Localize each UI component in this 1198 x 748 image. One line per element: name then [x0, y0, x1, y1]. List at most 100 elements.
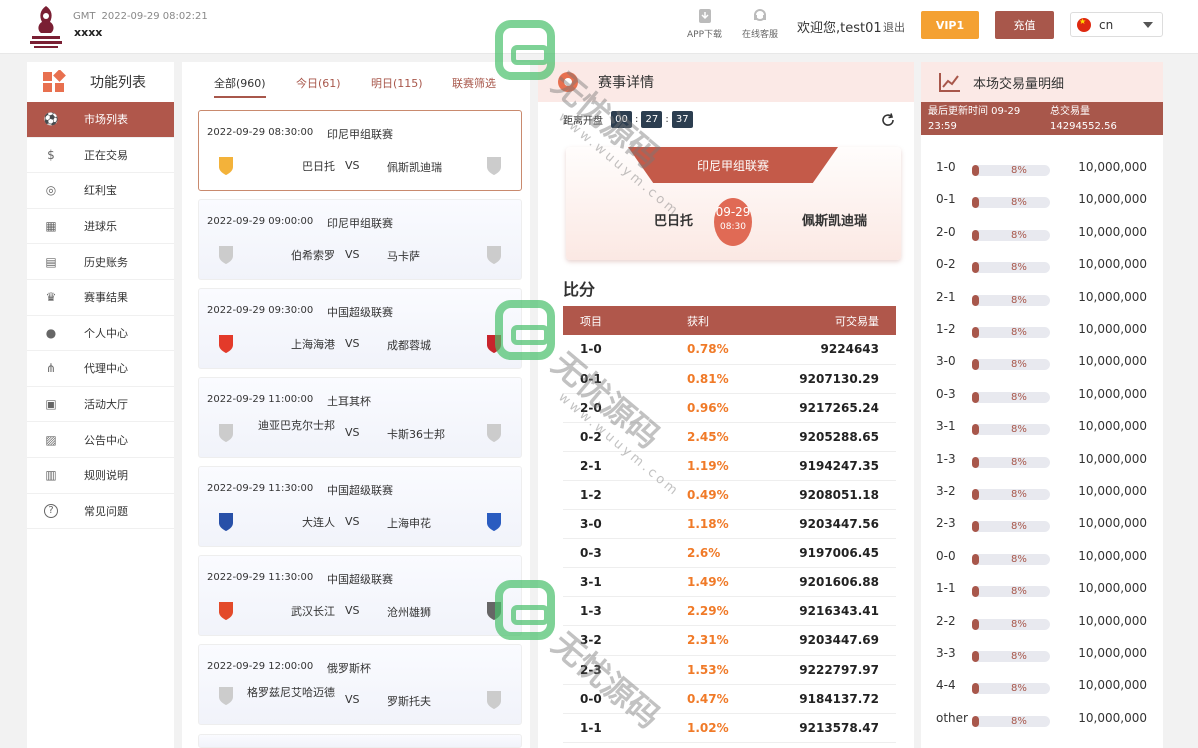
match-card[interactable]: 2022-09-29 11:30:00 中国超级联赛 武汉长江 VS 沧州雄狮 — [198, 555, 522, 636]
volume-score: 0-3 — [936, 386, 956, 401]
odds-score: 3-2 — [563, 625, 663, 656]
sidebar-item[interactable]: ⋔ 代理中心 — [27, 351, 174, 387]
volume-row: other 8% 10,000,000 — [921, 711, 1163, 731]
volume-amount: 10,000,000 — [1078, 484, 1147, 498]
volume-bar-fill — [972, 424, 979, 436]
volume-amount: 10,000,000 — [1078, 322, 1147, 336]
odds-volume: 9216343.41 — [773, 596, 896, 627]
volume-bar-fill — [972, 456, 979, 468]
volume-row: 2-3 8% 10,000,000 — [921, 516, 1163, 536]
odds-volume: 9203447.56 — [773, 509, 896, 540]
odds-row[interactable]: 1-0 0.78% 9224643 — [563, 335, 896, 365]
odds-score: 1-3 — [563, 596, 663, 627]
odds-row[interactable]: 0-0 0.47% 9184137.72 — [563, 684, 896, 714]
volume-score: 2-0 — [936, 224, 956, 239]
home-team-badge-icon — [219, 157, 233, 175]
odds-row[interactable]: 3-0 1.18% 9203447.56 — [563, 509, 896, 540]
match-league: 中国超级联赛 — [327, 306, 393, 319]
away-team-badge-icon — [487, 691, 501, 709]
odds-row[interactable]: 0-3 2.6% 9197006.45 — [563, 538, 896, 569]
match-card[interactable]: 2022-09-29 11:30:00 中国超级联赛 大连人 VS 上海申花 — [198, 466, 522, 547]
home-team: 巴日托 — [302, 160, 335, 173]
match-card[interactable] — [198, 734, 522, 748]
match-league: 印尼甲组联赛 — [327, 217, 393, 230]
sidebar-item[interactable]: ♛ 赛事结果 — [27, 280, 174, 316]
match-time: 2022-09-29 11:30:00 — [207, 483, 314, 494]
volume-percent: 8% — [1011, 651, 1027, 662]
hero-league: 印尼甲组联赛 — [696, 159, 769, 173]
sidebar-item[interactable]: ▦ 进球乐 — [27, 209, 174, 245]
tab-tomorrow[interactable]: 明日(115) — [371, 75, 423, 91]
volume-row: 3-3 8% 10,000,000 — [921, 646, 1163, 666]
vs-label: VS — [345, 693, 360, 706]
image-icon: ▨ — [45, 432, 57, 447]
sidebar-item[interactable]: ◎ 红利宝 — [27, 173, 174, 209]
match-card[interactable]: 2022-09-29 09:30:00 中国超级联赛 上海海港 VS 成都蓉城 — [198, 288, 522, 369]
sidebar-item[interactable]: ▥ 规则说明 — [27, 458, 174, 494]
odds-row[interactable]: 1-3 2.29% 9216343.41 — [563, 596, 896, 627]
odds-row[interactable]: 3-1 1.49% 9201606.88 — [563, 567, 896, 598]
online-service-button[interactable]: 在线客服 — [742, 8, 778, 40]
vs-label: VS — [345, 604, 360, 617]
sidebar-item[interactable]: ▣ 活动大厅 — [27, 387, 174, 423]
odds-volume: 9207130.29 — [773, 364, 896, 394]
home-team-badge-icon — [219, 602, 233, 620]
away-team-badge-icon — [487, 335, 501, 353]
sidebar-item[interactable]: ▨ 公告中心 — [27, 422, 174, 458]
refresh-icon[interactable] — [880, 112, 896, 128]
odds-row[interactable]: 0-1 0.81% 9207130.29 — [563, 364, 896, 394]
match-card[interactable]: 2022-09-29 09:00:00 印尼甲组联赛 伯希索罗 VS 马卡萨 — [198, 199, 522, 280]
tab-all[interactable]: 全部(960) — [214, 75, 266, 98]
sidebar-item-label: 常见问题 — [84, 504, 128, 518]
odds-row[interactable]: 0-2 2.45% 9205288.65 — [563, 422, 896, 452]
tab-today[interactable]: 今日(61) — [296, 75, 341, 91]
volume-title: 本场交易量明细 — [973, 76, 1065, 92]
odds-profit: 2.29% — [663, 596, 773, 627]
odds-profit: 0.78% — [663, 335, 773, 365]
world-cup-logo — [30, 6, 62, 48]
countdown-minutes: 27 — [641, 111, 663, 128]
volume-row: 0-3 8% 10,000,000 — [921, 387, 1163, 407]
recharge-button[interactable]: 充值 — [995, 11, 1054, 39]
volume-bar-fill — [972, 715, 979, 727]
match-card[interactable]: 2022-09-29 08:30:00 印尼甲组联赛 巴日托 VS 佩斯凯迪瑞 — [198, 110, 522, 191]
volume-bar-fill — [972, 229, 979, 241]
gmt-datetime: 2022-09-29 08:02:21 — [101, 11, 208, 22]
volume-bar-fill — [972, 359, 979, 371]
vs-label: VS — [345, 515, 360, 528]
volume-score: 1-2 — [936, 322, 956, 336]
volume-score: 1-1 — [936, 581, 956, 596]
away-team: 佩斯凯迪瑞 — [387, 161, 442, 174]
app-download-button[interactable]: APP下载 — [687, 8, 722, 40]
volume-percent: 8% — [1011, 586, 1027, 598]
volume-bar-fill — [972, 651, 979, 662]
match-time: 2022-09-29 08:30:00 — [207, 127, 314, 138]
logout-link[interactable]: 退出 — [883, 19, 905, 35]
sidebar-item-label: 红利宝 — [84, 184, 117, 198]
odds-row[interactable]: 2-1 1.19% 9194247.35 — [563, 451, 896, 481]
volume-score: 2-2 — [936, 613, 956, 628]
app-download-label: APP下载 — [687, 30, 723, 40]
language-select[interactable]: cn — [1070, 12, 1163, 37]
match-card[interactable]: 2022-09-29 12:00:00 俄罗斯杯 格罗兹尼艾哈迈德 VS 罗斯托夫 — [198, 644, 522, 725]
sidebar-item[interactable]: $ 正在交易 — [27, 138, 174, 174]
volume-bar-fill — [972, 553, 979, 565]
vip-button[interactable]: VIP1 — [921, 11, 979, 39]
sidebar-item[interactable]: ? 常见问题 — [27, 494, 174, 530]
odds-row[interactable]: 1-2 0.49% 9208051.18 — [563, 480, 896, 511]
countdown-seconds: 37 — [671, 111, 693, 128]
volume-bar-fill — [972, 165, 979, 176]
odds-row[interactable]: 2-3 1.53% 9222797.97 — [563, 655, 896, 685]
odds-table: 项目 获利 可交易量 1-0 0.78% 9224643 0-1 0.81% 920713… — [563, 306, 896, 743]
odds-row[interactable]: 1-1 1.02% 9213578.47 — [563, 713, 896, 743]
odds-row[interactable]: 2-0 0.96% 9217265.24 — [563, 393, 896, 423]
volume-percent: 8% — [1011, 456, 1027, 468]
tab-league-filter[interactable]: 联赛筛选 — [452, 75, 496, 91]
volume-stats: 最后更新时间 09-29 23:59 总交易量 14294552.56 — [921, 102, 1163, 135]
volume-panel: 本场交易量明细 最后更新时间 09-29 23:59 总交易量 14294552… — [921, 62, 1163, 748]
sidebar-item[interactable]: ● 个人中心 — [27, 316, 174, 352]
sidebar-item[interactable]: ▤ 历史账务 — [27, 244, 174, 280]
sidebar-item[interactable]: ⚽ 市场列表 — [27, 102, 174, 138]
odds-row[interactable]: 3-2 2.31% 9203447.69 — [563, 625, 896, 656]
match-card[interactable]: 2022-09-29 11:00:00 土耳其杯 迪亚巴克尔士邦 VS 卡斯36士邦 — [198, 377, 522, 458]
